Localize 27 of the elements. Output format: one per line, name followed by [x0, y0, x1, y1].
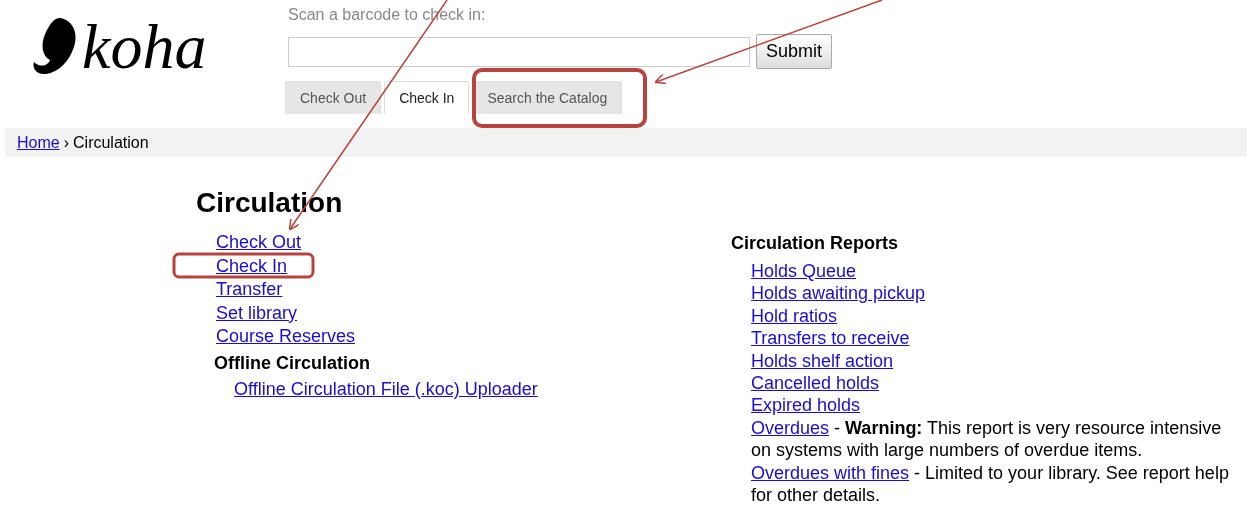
report-link[interactable]: Holds shelf action [751, 350, 894, 371]
circulation-link[interactable]: Transfer [216, 278, 283, 302]
section-heading: Circulation Reports [731, 233, 900, 254]
barcode-field[interactable] [288, 36, 750, 67]
submit-button[interactable]: Submit [756, 34, 833, 69]
logo-text: koha [82, 15, 207, 79]
circulation-link[interactable]: Check Out [216, 231, 302, 255]
tab[interactable]: Check In [384, 81, 470, 114]
report-note: Overdues with fines - Limited to your library. See report help for other details. [751, 461, 1230, 507]
report-link[interactable]: Holds Queue [751, 261, 857, 281]
report-link[interactable]: Hold ratios [751, 305, 838, 326]
uploader-link[interactable]: Offline Circulation File (.koc) Uploader [234, 377, 538, 401]
tab[interactable]: Check Out [285, 81, 382, 114]
report-note: Overdues - Warning: This report is very resource intensive on systems with large numbers of overdue items. [751, 416, 1223, 462]
home-link[interactable]: Home [17, 133, 60, 152]
breadcrumb-separator: › [63, 133, 69, 152]
report-link[interactable]: Transfers to receive [751, 328, 910, 349]
report-link[interactable]: Holds awaiting pickup [751, 283, 926, 304]
report-link[interactable]: Overdues [751, 417, 830, 438]
breadcrumb-current: Circulation [73, 133, 149, 152]
circulation-link[interactable]: Course Reserves [216, 325, 356, 349]
report-link[interactable]: Expired holds [751, 395, 861, 416]
circulation-link[interactable]: Set library [216, 301, 298, 325]
circulation-link[interactable]: Check In [216, 254, 288, 278]
report-link[interactable]: Overdues with fines [751, 462, 910, 483]
report-link[interactable]: Cancelled holds [751, 373, 880, 394]
section-heading: Offline Circulation [214, 352, 371, 374]
